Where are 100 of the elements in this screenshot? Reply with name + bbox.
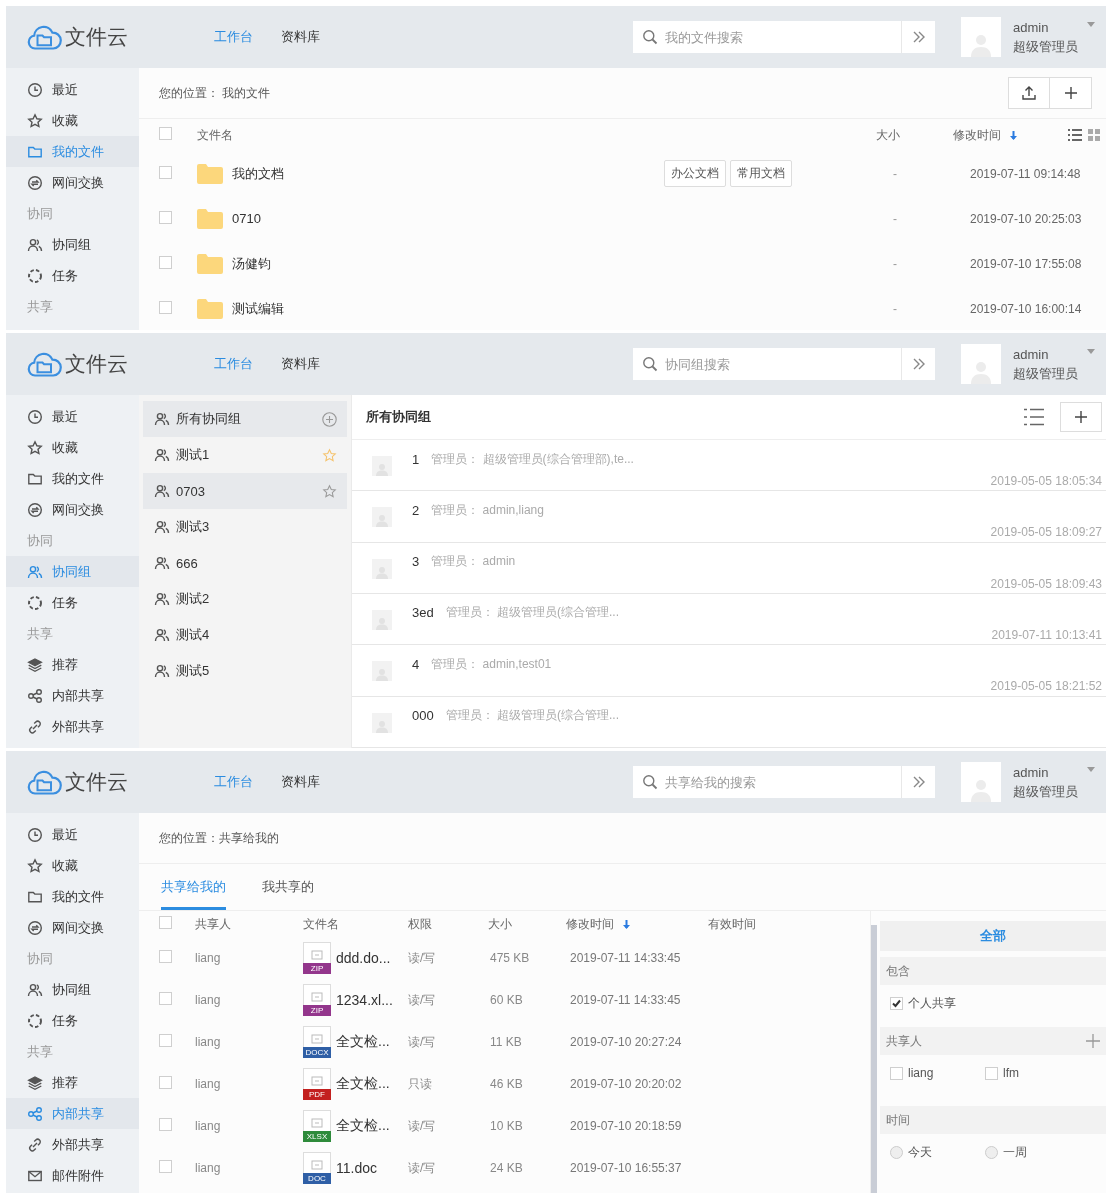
group-row[interactable]: 4 管理员： admin,test01 2019-05-05 18:21:52 <box>352 645 1106 697</box>
radio-button[interactable] <box>985 1145 998 1159</box>
tab[interactable]: 共享给我的 <box>161 864 226 910</box>
sidebar-item[interactable]: 任务 <box>6 260 139 291</box>
column-header[interactable]: 大小 <box>488 915 566 933</box>
checkbox[interactable] <box>159 165 172 179</box>
column-header[interactable]: 文件名 <box>197 126 870 144</box>
sidebar-item[interactable]: 外部共享 <box>6 1129 139 1160</box>
add-circle-icon[interactable] <box>322 411 337 427</box>
add-button[interactable] <box>1050 77 1092 109</box>
checkbox[interactable] <box>159 210 172 224</box>
list-view-icon[interactable] <box>1068 129 1082 141</box>
sidebar-item[interactable]: 邮件附件 <box>6 1160 139 1191</box>
plus-icon[interactable] <box>1086 1034 1100 1048</box>
search-field[interactable]: 协同组搜索 <box>633 348 901 380</box>
checkbox[interactable] <box>985 1066 998 1080</box>
file-name[interactable]: 全文检... <box>336 1117 390 1135</box>
checkbox[interactable] <box>890 996 903 1010</box>
column-header[interactable]: 权限 <box>408 915 488 933</box>
file-name[interactable]: ddd.do... <box>336 950 391 966</box>
checkbox[interactable] <box>159 1118 172 1131</box>
column-header[interactable]: 修改时间 <box>566 915 708 933</box>
column-header[interactable]: 大小 <box>870 126 953 144</box>
checkbox[interactable] <box>890 1066 903 1080</box>
sidebar-item[interactable]: 协同组 <box>6 229 139 260</box>
file-name[interactable]: 1234.xl... <box>336 992 393 1008</box>
column-header[interactable]: 文件名 <box>303 915 408 933</box>
checkbox[interactable] <box>159 1034 172 1047</box>
group-row[interactable]: 000 管理员： 超级管理员(综合管理... <box>352 696 1106 748</box>
sidebar-item[interactable]: 我的文件 <box>6 463 139 494</box>
file-name[interactable]: 11.doc <box>336 1160 377 1176</box>
radio-button[interactable] <box>890 1145 903 1159</box>
upload-button[interactable] <box>1008 77 1050 109</box>
expand-button[interactable] <box>901 348 935 380</box>
sidebar-item[interactable]: 任务 <box>6 587 139 618</box>
group-admins: 管理员： 超级管理员(综合管理... <box>445 707 620 725</box>
grid-view-icon[interactable] <box>1088 129 1100 141</box>
sidebar-item[interactable]: 最近 <box>6 74 139 105</box>
add-button[interactable] <box>1060 402 1102 432</box>
group-item[interactable]: 测试4 <box>143 617 347 653</box>
checkbox[interactable] <box>159 300 172 314</box>
checkbox[interactable] <box>159 992 172 1005</box>
nav-tab[interactable]: 资料库 <box>281 355 320 373</box>
nav-tab[interactable]: 资料库 <box>281 28 320 46</box>
list-view-icon[interactable] <box>1024 408 1044 426</box>
sidebar-item[interactable]: 最近 <box>6 819 139 850</box>
sidebar-item[interactable]: 推荐 <box>6 649 139 680</box>
sidebar-item[interactable]: 收藏 <box>6 105 139 136</box>
sidebar-item[interactable]: 网间交换 <box>6 494 139 525</box>
sidebar-item[interactable]: 网间交换 <box>6 167 139 198</box>
expand-button[interactable] <box>901 766 935 798</box>
group-item[interactable]: 0703 <box>143 473 347 509</box>
group-item[interactable]: 测试3 <box>143 509 347 545</box>
file-name[interactable]: 测试编辑 <box>232 299 664 318</box>
group-item[interactable]: 所有协同组 <box>143 401 347 437</box>
file-name[interactable]: 全文检... <box>336 1033 390 1051</box>
sidebar-item[interactable]: 最近 <box>6 401 139 432</box>
group-item[interactable]: 666 <box>143 545 347 581</box>
checkbox[interactable] <box>159 1160 172 1173</box>
sidebar-item[interactable]: 网间交换 <box>6 912 139 943</box>
sidebar-item[interactable]: 收藏 <box>6 432 139 463</box>
group-row[interactable]: 1 管理员： 超级管理员(综合管理部),te... 2019-05-05 18:05:34 <box>352 440 1106 492</box>
sidebar-item[interactable]: 收藏 <box>6 850 139 881</box>
sidebar-item[interactable]: 协同组 <box>6 974 139 1005</box>
sidebar-item[interactable]: 我的文件 <box>6 881 139 912</box>
group-item[interactable]: 测试5 <box>143 653 347 689</box>
checkbox[interactable] <box>159 916 172 929</box>
section-label: 协同 <box>27 949 53 968</box>
search-field[interactable]: 共享给我的搜索 <box>633 766 901 798</box>
sidebar-item[interactable]: 任务 <box>6 1005 139 1036</box>
search-field[interactable]: 我的文件搜索 <box>633 21 901 53</box>
star-icon[interactable] <box>322 483 337 499</box>
checkbox[interactable] <box>159 127 172 140</box>
expand-button[interactable] <box>901 21 935 53</box>
group-item[interactable]: 测试1 <box>143 437 347 473</box>
sidebar-item[interactable]: 内部共享 <box>6 680 139 711</box>
group-row[interactable]: 3 管理员： admin 2019-05-05 18:09:43 <box>352 542 1106 594</box>
breadcrumb: 您的位置： 我的文件 <box>159 84 271 102</box>
sidebar-item[interactable]: 推荐 <box>6 1067 139 1098</box>
created-time: 2019-05-05 18:05:34 <box>989 474 1102 488</box>
column-header[interactable]: 修改时间 <box>953 126 1068 144</box>
column-header[interactable]: 有效时间 <box>708 915 852 933</box>
checkbox[interactable] <box>159 255 172 269</box>
file-name[interactable]: 0710 <box>232 211 664 226</box>
tag[interactable]: 常用文档 <box>730 160 792 187</box>
star-icon[interactable] <box>322 447 337 463</box>
file-name[interactable]: 汤健钧 <box>232 254 664 273</box>
group-item[interactable]: 测试2 <box>143 581 347 617</box>
sidebar-item[interactable]: 外部共享 <box>6 711 139 742</box>
document-icon <box>311 1034 323 1044</box>
checkbox[interactable] <box>159 1076 172 1089</box>
file-name[interactable]: 全文检... <box>336 1075 390 1093</box>
tab[interactable]: 我共享的 <box>262 864 314 910</box>
column-header[interactable]: 共享人 <box>195 915 303 933</box>
file-name[interactable]: 我的文档 <box>232 164 664 183</box>
tag[interactable]: 办公文档 <box>664 160 726 187</box>
group-row[interactable]: 2 管理员： admin,liang 2019-05-05 18:09:27 <box>352 491 1106 543</box>
checkbox[interactable] <box>159 950 172 963</box>
group-row[interactable]: 3ed 管理员： 超级管理员(综合管理... 2019-07-11 10:13:41 <box>352 594 1106 646</box>
nav-tab[interactable]: 资料库 <box>281 773 320 791</box>
